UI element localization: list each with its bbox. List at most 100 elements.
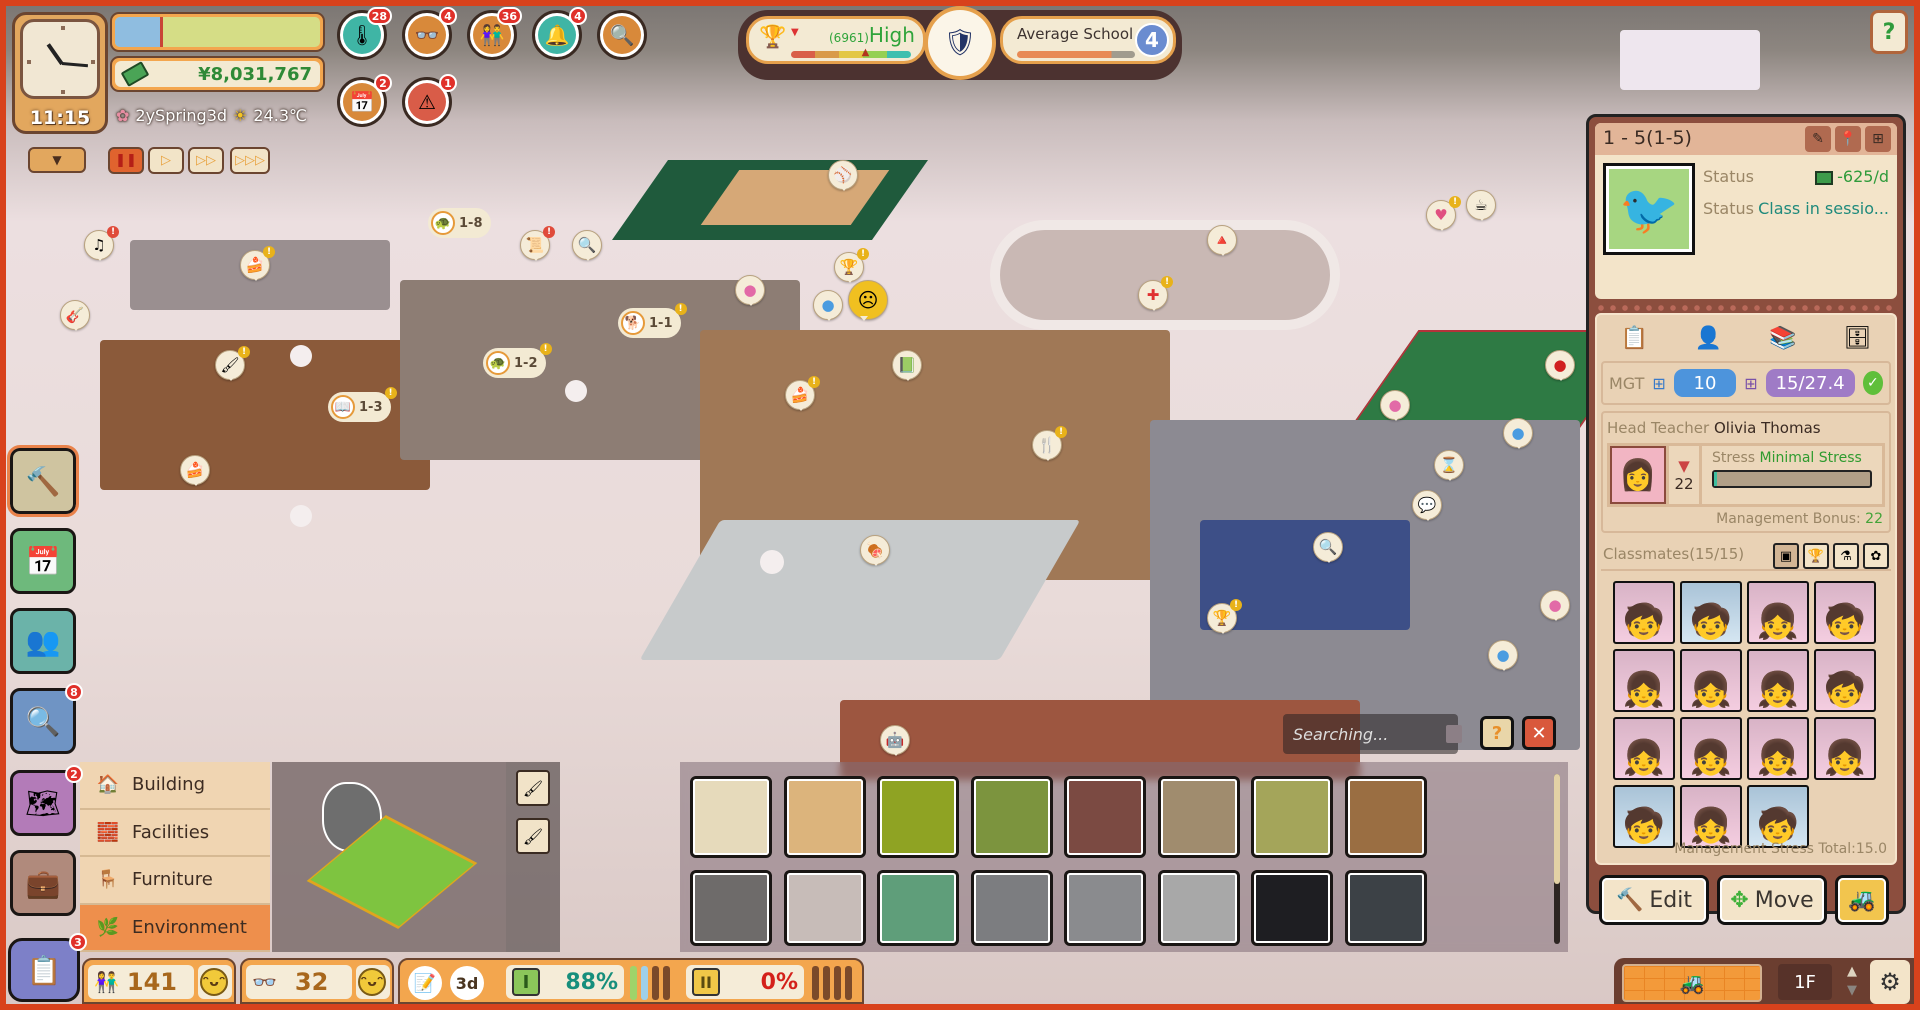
palette-scrollbar[interactable] (1554, 774, 1560, 944)
scroll-room-icon[interactable]: 📜! (520, 226, 555, 261)
floor-tile-gray-brick[interactable] (970, 870, 1053, 946)
floor-tile-cream[interactable] (690, 776, 772, 858)
classmate-portrait[interactable]: 🧒 (1747, 785, 1809, 848)
sidebar-build-button[interactable]: 🔨 (7, 445, 79, 517)
class-tab-teacher[interactable]: 👤 (1695, 326, 1722, 351)
small-brush-button[interactable]: 🖌 (516, 770, 550, 806)
classmate-portrait[interactable]: 👧 (1680, 649, 1742, 712)
classroom-tag-1-8[interactable]: 🐢 1-8 (428, 208, 491, 238)
fast-speed-button[interactable]: ▷▷ (188, 147, 224, 174)
boys-toilet-icon[interactable]: ● (813, 290, 843, 321)
classmate-portrait[interactable]: 👧 (1747, 717, 1809, 780)
classmate-portrait[interactable]: 🧒 (1613, 785, 1675, 848)
sidebar-briefcase-button[interactable]: 💼 (10, 850, 76, 916)
reputation-pill[interactable]: 🏆 ▼ (6961)High ▲ (746, 16, 926, 64)
bell-notification-button[interactable]: 🔔 4 (532, 7, 587, 60)
build-category-building[interactable]: 🏠 Building (80, 762, 270, 810)
girls-toilet-icon[interactable]: ● (1380, 390, 1410, 421)
cone-icon[interactable]: 🔺 (1207, 225, 1237, 256)
girls-toilet-icon[interactable]: ● (735, 275, 765, 306)
sidebar-search-button[interactable]: 🔍 8 (10, 683, 83, 754)
calendar-notification-button[interactable]: 📅 2 (337, 74, 392, 127)
floor-tile-parquet[interactable] (1157, 776, 1240, 858)
floor-tile-wood-dark-stripes[interactable] (1064, 776, 1146, 858)
snack-shop-icon[interactable]: 🍰! (785, 376, 820, 411)
classmates-filter-flask[interactable]: ⚗ (1833, 543, 1859, 569)
classmates-filter-trophy[interactable]: 🏆 (1803, 543, 1829, 569)
floor-tile-light-gray[interactable] (1157, 870, 1240, 946)
sidebar-organization-button[interactable]: 👥 (10, 608, 76, 674)
demolish-button[interactable]: 🚜 (1835, 875, 1889, 925)
head-teacher-card[interactable]: 👩 ▼ 22 Stress Minimal Stress (1607, 443, 1885, 507)
fastest-speed-button[interactable]: ▷▷▷ (230, 147, 270, 174)
magnifier-room-icon[interactable]: 🔍 (1313, 532, 1343, 563)
trash-icon[interactable] (1446, 725, 1462, 743)
classmate-portrait[interactable]: 👧 (1680, 717, 1742, 780)
fork-knife-icon[interactable]: 🍴! (1032, 426, 1067, 461)
floor-tile-dark-slate[interactable] (1344, 870, 1427, 946)
term2-progress[interactable]: II 0% (686, 965, 804, 999)
bulldoze-mode-button[interactable]: 🚜 (1622, 964, 1762, 1002)
coffee-icon[interactable]: ☕ (1466, 190, 1496, 221)
floor-tile-tatami[interactable] (1251, 776, 1333, 858)
classmate-portrait[interactable]: 👧 (1613, 717, 1675, 780)
classmate-portrait[interactable]: 👧 (1613, 649, 1675, 712)
edit-button[interactable]: 🔨 Edit (1599, 875, 1709, 925)
magnifier-room-icon[interactable]: 🔍 (572, 230, 602, 261)
school-rank-pill[interactable]: Average School 4 (1000, 16, 1176, 64)
class-tab-cabinet[interactable]: 🗄 (1844, 326, 1872, 351)
search-help-button[interactable]: ? (1480, 716, 1514, 750)
sidebar-map-button[interactable]: 🗺 2 (10, 765, 83, 836)
infirmary-icon[interactable]: ✚! (1138, 276, 1173, 311)
org-chart-alert-notification-button[interactable]: ⚠ 1 (402, 74, 457, 127)
food-icon[interactable]: 🍖 (860, 535, 890, 566)
chat-icon[interactable]: 💬 (1412, 490, 1442, 521)
rename-button[interactable]: ✎ (1805, 126, 1831, 152)
pause-speed-button[interactable]: ❚❚ (108, 147, 144, 174)
floor-tile-gray-concrete[interactable] (690, 870, 772, 946)
locate-button[interactable]: 📍 (1835, 126, 1861, 152)
daily-schedule-bar[interactable] (110, 12, 325, 52)
ball-icon[interactable]: ● (1545, 350, 1575, 381)
search-close-button[interactable]: ✕ (1522, 716, 1556, 750)
classroom-tag-1-2[interactable]: 🐢 1-2! (483, 343, 552, 378)
music-room-icon[interactable]: ♫! (84, 226, 119, 261)
boys-toilet-icon[interactable]: ● (1503, 418, 1533, 449)
class-tab-books[interactable]: 📚 (1769, 326, 1796, 351)
hierarchy-button[interactable]: ⊞ (1865, 126, 1891, 152)
quest-scroll-button[interactable]: ? (1870, 10, 1908, 54)
baseball-icon[interactable]: ⚾ (828, 160, 858, 191)
students-stat[interactable]: 👫 141 ᵔᴗᵔ (82, 958, 236, 1004)
floor-tile-teal[interactable] (877, 870, 959, 946)
search-help-notification-button[interactable]: 🔍 (597, 10, 647, 60)
thermometer-key-notification-button[interactable]: 🌡 28 (337, 7, 392, 60)
boys-toilet-icon[interactable]: ● (1488, 640, 1518, 671)
teachers-stat[interactable]: 👓 32 ᵔᴗᵔ (240, 958, 394, 1004)
staff-dismissal-notification-button[interactable]: 👓 4 (402, 7, 457, 60)
large-brush-button[interactable]: 🖌 (516, 818, 550, 854)
classroom-tag-1-1[interactable]: 🐕 1-1! (618, 303, 687, 338)
snack-shop-icon[interactable]: 🍰! (240, 246, 275, 281)
sidebar-schedule-button[interactable]: 📅 (10, 528, 76, 594)
hourglass-icon[interactable]: ⌛ (1434, 450, 1464, 481)
floor-tile-stone-moss[interactable] (783, 870, 866, 946)
exam-paper-icon[interactable]: 📝 (408, 966, 442, 1000)
classmate-portrait[interactable]: 🧒 (1814, 581, 1876, 644)
classroom-tag-1-3[interactable]: 📖 1-3! (328, 387, 397, 422)
class-tab-notebook[interactable]: 📋 (1620, 326, 1647, 351)
hud-collapse-button[interactable]: ▼ (28, 147, 86, 173)
floor-tile-grass[interactable] (970, 776, 1053, 858)
snack-shop-icon[interactable]: 🍰 (180, 455, 210, 486)
floor-tile-grass-speckled[interactable] (877, 776, 959, 858)
students-notification-button[interactable]: 👫 36 (467, 7, 522, 60)
classmates-filter-portrait[interactable]: ▣ (1773, 543, 1799, 569)
school-crest[interactable]: 🛡 (924, 6, 996, 80)
build-category-furniture[interactable]: 🪑 Furniture (80, 857, 270, 905)
classmate-portrait[interactable]: 🧒 (1814, 649, 1876, 712)
heart-icon[interactable]: ♥! (1426, 196, 1461, 231)
floor-tile-gray-herringbone[interactable] (1064, 870, 1146, 946)
art-room-icon[interactable]: 🖌! (215, 346, 250, 381)
floor-tile-wood-planks[interactable] (1344, 776, 1427, 858)
floor-up-button[interactable]: ▲ (1840, 962, 1864, 981)
classmate-portrait[interactable]: 👧 (1814, 717, 1876, 780)
